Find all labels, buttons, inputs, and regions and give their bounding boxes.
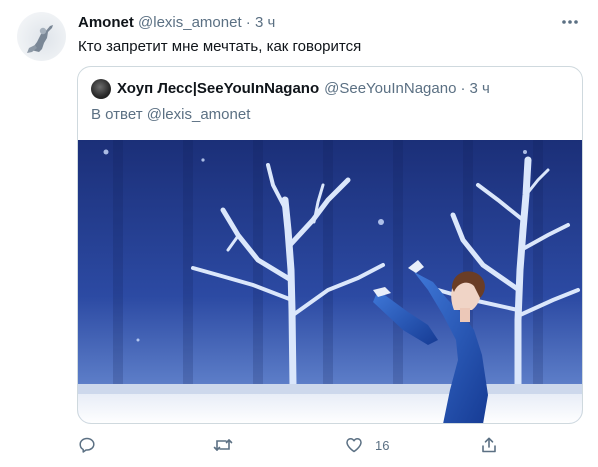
like-count: 16 — [375, 437, 390, 453]
author-name[interactable]: Amonet — [78, 14, 134, 31]
author-handle[interactable]: @lexis_amonet — [138, 14, 242, 31]
share-icon — [480, 436, 498, 454]
quoted-header: Хоуп Лесс|SeeYouInNagano @SeeYouInNagano… — [91, 79, 490, 99]
tweet[interactable]: Amonet @lexis_amonet · 3 ч Кто запретит … — [0, 0, 598, 467]
quoted-photo[interactable] — [78, 140, 582, 423]
more-options-button[interactable] — [559, 12, 581, 32]
author-avatar[interactable] — [17, 12, 66, 61]
quoted-author-name: Хоуп Лесс|SeeYouInNagano — [117, 80, 320, 97]
quoted-tweet[interactable]: Хоуп Лесс|SeeYouInNagano @SeeYouInNagano… — [77, 66, 583, 424]
quoted-avatar — [91, 79, 111, 99]
heart-icon — [345, 436, 363, 454]
figure-skater-photo — [78, 140, 582, 423]
like-button[interactable]: 16 — [345, 434, 389, 456]
quoted-time: 3 ч — [469, 80, 490, 97]
retweet-button[interactable] — [213, 434, 245, 456]
share-button[interactable] — [480, 434, 498, 456]
reply-mention: @lexis_amonet — [146, 106, 251, 123]
reply-button[interactable] — [78, 434, 108, 456]
reply-icon — [78, 436, 96, 454]
tweet-time[interactable]: 3 ч — [255, 14, 275, 31]
tweet-actions: 16 — [0, 430, 598, 460]
reply-prefix: В ответ — [91, 106, 143, 123]
meta-separator: · — [245, 14, 251, 31]
tweet-text: Кто запретит мне мечтать, как говорится — [78, 38, 362, 55]
more-horizontal-icon — [561, 19, 579, 25]
quoted-author-handle: @SeeYouInNagano — [324, 80, 457, 97]
tweet-header: Amonet @lexis_amonet · 3 ч — [78, 13, 558, 33]
quoted-meta-separator: · — [460, 80, 466, 97]
quoted-reply-context: В ответ @lexis_amonet — [91, 105, 250, 125]
retweet-icon — [213, 436, 233, 454]
